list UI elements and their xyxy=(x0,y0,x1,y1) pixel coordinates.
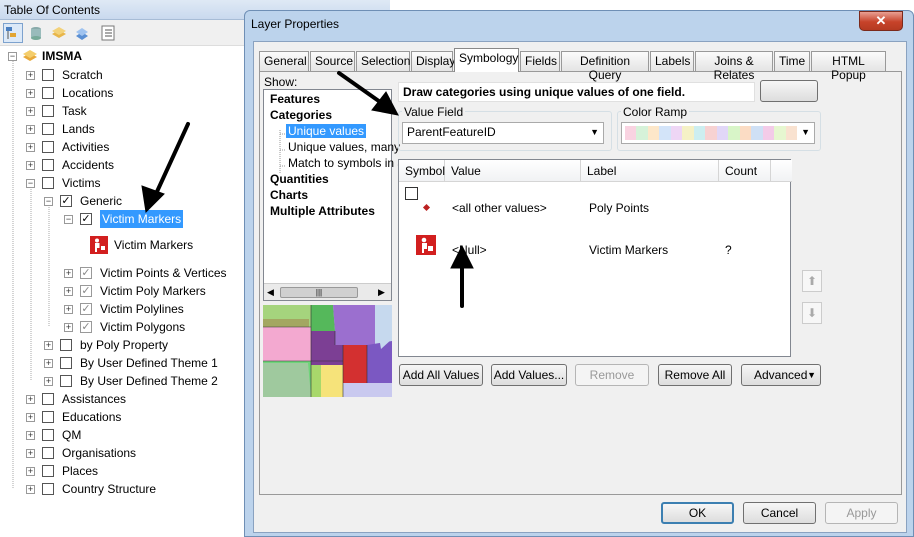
annotation-arrows xyxy=(141,71,474,308)
